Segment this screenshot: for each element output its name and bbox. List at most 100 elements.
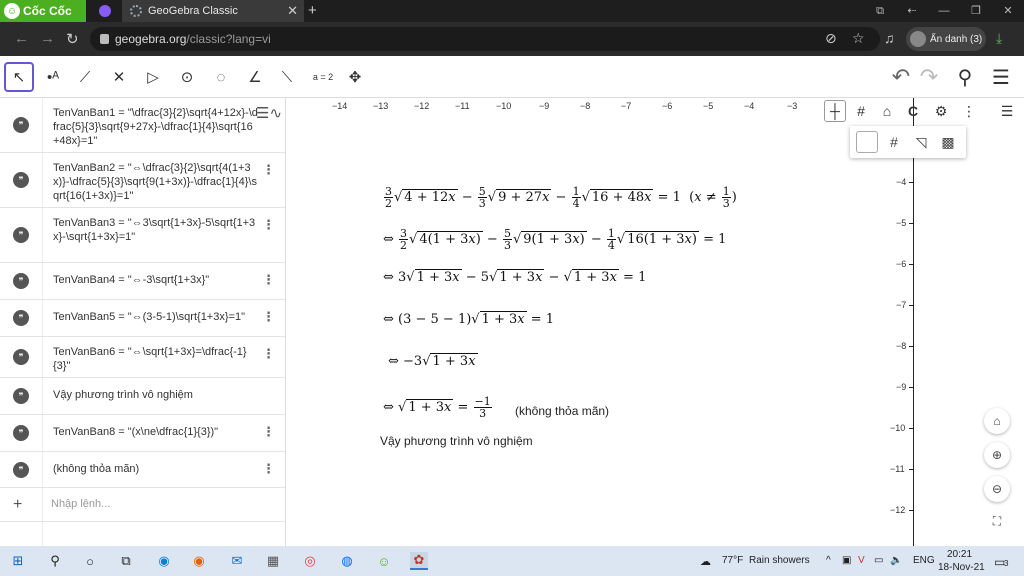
restore-icon[interactable]: ❐ [960,0,992,22]
text-object-3[interactable]: ⇔ 3√ 1 + 3x − 5√ 1 + 3x − √ 1 + 3x = 1 [383,269,646,285]
point-capture-button[interactable]: C [902,100,924,122]
line-tool[interactable]: ⟋ [70,62,100,92]
quote-text-icon[interactable]: ❞ [13,349,29,365]
text-object-4[interactable]: ⇔ −3√ 1 + 3x [388,353,478,369]
zalo-app[interactable]: ◍ [338,552,356,570]
quote-text-icon[interactable]: ❞ [13,310,29,326]
algebra-row[interactable]: ❞ TenVanBan2 = "⇔\dfrac{3}{2}\sqrt{4(1+3… [0,153,285,208]
row-menu-icon[interactable]: ⋮ [262,424,275,440]
tray-app-icon[interactable]: ▣ [842,555,851,566]
chrome-app[interactable]: ◎ [301,552,319,570]
back-history-icon[interactable]: ⇠ [896,0,928,22]
url-field[interactable]: geogebra.org/classic?lang=vi [90,27,880,51]
move-view-tool[interactable]: ✥ [340,62,370,92]
show-hidden-icons[interactable]: ^ [826,555,831,566]
bookmark-star-icon[interactable]: ☆ [852,30,865,47]
quote-text-icon[interactable]: ❞ [13,425,29,441]
media-icon[interactable]: ♫ [884,30,895,46]
cortana-button[interactable]: ○ [81,552,99,570]
graphics-settings-button[interactable]: ⚙ [930,100,952,122]
quote-text-icon[interactable]: ❞ [13,273,29,289]
text-object-note[interactable]: (không thỏa mãn) [515,404,609,418]
tab-geogebra[interactable]: GeoGebra Classic ✕ [122,0,304,22]
algebra-row[interactable]: ❞ TenVanBan8 = "(x\ne\dfrac{1}{3})" ⋮ [0,415,285,452]
weather-desc[interactable]: Rain showers [749,555,810,566]
circle-tool[interactable]: ⊙ [172,62,202,92]
coccoc-app[interactable]: ☺ [375,552,393,570]
algebra-row[interactable]: ❞ TenVanBan5 = "⇔(3-5-1)\sqrt{1+3x}=1" ⋮ [0,300,285,337]
clock-date[interactable]: 18-Nov-21 [938,562,985,573]
task-view-button[interactable]: ⧉ [117,552,135,570]
quote-text-icon[interactable]: ❞ [13,172,29,188]
zoom-in-button[interactable]: ⊕ [984,442,1010,468]
quote-text-icon[interactable]: ❞ [13,462,29,478]
quote-text-icon[interactable]: ❞ [13,388,29,404]
angle-tool[interactable]: ∠ [240,62,270,92]
algebra-row[interactable]: ❞ TenVanBan1 = "\dfrac{3}{2}\sqrt{4+12x}… [0,98,285,153]
algebra-row[interactable]: ❞ (không thỏa mãn) ⋮ [0,452,285,488]
minimize-icon[interactable]: — [928,0,960,22]
active-app[interactable]: ✿ [410,552,428,570]
quote-text-icon[interactable]: ❞ [13,227,29,243]
redo-button[interactable]: ↷ [914,62,944,92]
tracking-icon[interactable]: ⊘ [825,30,837,47]
grid-toggle-button[interactable]: # [850,100,872,122]
undo-button[interactable]: ↶ [886,62,916,92]
graphics-more-button[interactable]: ⋮ [958,100,980,122]
polar-grid-option[interactable]: ◹ [910,131,932,153]
weather-temp[interactable]: 77°F [722,555,743,566]
edge-app[interactable]: ◉ [155,552,173,570]
home-view-button[interactable]: ⌂ [876,100,898,122]
text-object-6[interactable]: ⇔ √ 1 + 3x = −1 3 [383,396,493,419]
row-menu-icon[interactable]: ⋮ [262,346,275,362]
search-button[interactable]: ⚲ [950,62,980,92]
messenger-tab[interactable] [90,0,120,22]
zoom-out-button[interactable]: ⊖ [984,476,1010,502]
text-object-5[interactable]: ⇔ (3 − 5 − 1)√ 1 + 3x = 1 [383,311,554,327]
network-icon[interactable]: ▭ [874,555,883,566]
axes-toggle-button[interactable]: ┼ [824,100,846,122]
point-tool[interactable]: •ᴬ [38,62,68,92]
close-window-icon[interactable]: ✕ [992,0,1024,22]
row-menu-icon[interactable]: ⋮ [262,461,275,477]
back-icon[interactable]: ← [14,30,29,47]
main-menu-button[interactable]: ☰ [986,62,1016,92]
coccoc-brand-button[interactable]: ☺ Cốc Cốc [0,0,86,22]
polygon-tool[interactable]: ▷ [138,62,168,92]
isometric-grid-option[interactable]: ▩ [937,131,959,153]
conic-tool[interactable]: ◌ [206,62,236,92]
tray-v-icon[interactable]: V [858,555,865,566]
forward-icon[interactable]: → [40,30,55,47]
screenshot-icon[interactable]: ⧉ [864,0,896,22]
major-grid-option[interactable]: # [883,131,905,153]
download-icon[interactable]: ⤓ [996,30,1002,47]
algebra-input-row[interactable]: + Nhập lệnh... [0,488,285,522]
volume-icon[interactable]: 🔈 [890,555,902,566]
algebra-style-icon[interactable]: ☰∿ [256,104,282,122]
weather-icon[interactable]: ☁ [700,555,711,568]
new-tab-icon[interactable]: + [308,2,317,19]
profile-button[interactable]: Ẩn danh (3) [906,27,986,51]
clock-time[interactable]: 20:21 [947,549,972,560]
algebra-row[interactable]: ❞ TenVanBan4 = "⇔-3\sqrt{1+3x}" ⋮ [0,263,285,300]
row-menu-icon[interactable]: ⋮ [262,217,275,233]
slider-tool[interactable]: a = 2 [306,62,340,92]
close-tab-icon[interactable]: ✕ [287,3,298,19]
search-taskbar-button[interactable]: ⚲ [46,552,64,570]
start-button[interactable]: ⊞ [9,552,27,570]
text-object-2[interactable]: ⇔ 3 2 √ 4(1 + 3x) − 5 3 √ 9(1 + 3x) − 1 4 √ 16(1 … [383,228,726,251]
graphics-menu-button[interactable]: ☰ [996,100,1018,122]
mail-app[interactable]: ✉ [228,552,246,570]
add-icon[interactable]: + [13,496,22,514]
firefox-app[interactable]: ◉ [190,552,208,570]
move-tool[interactable]: ↖ [4,62,34,92]
row-menu-icon[interactable]: ⋮ [262,272,275,288]
no-grid-option[interactable] [856,131,878,153]
algebra-row[interactable]: ❞ TenVanBan3 = "⇔3\sqrt{1+3x}-5\sqrt{1+3… [0,208,285,263]
row-menu-icon[interactable]: ⋮ [262,309,275,325]
fullscreen-button[interactable]: ⛶ [984,508,1010,534]
perpendicular-tool[interactable]: ✕ [104,62,134,92]
reload-icon[interactable]: ↻ [66,30,79,48]
store-app[interactable]: ▦ [264,552,282,570]
text-object-conclusion[interactable]: Vậy phương trình vô nghiệm [380,434,533,448]
